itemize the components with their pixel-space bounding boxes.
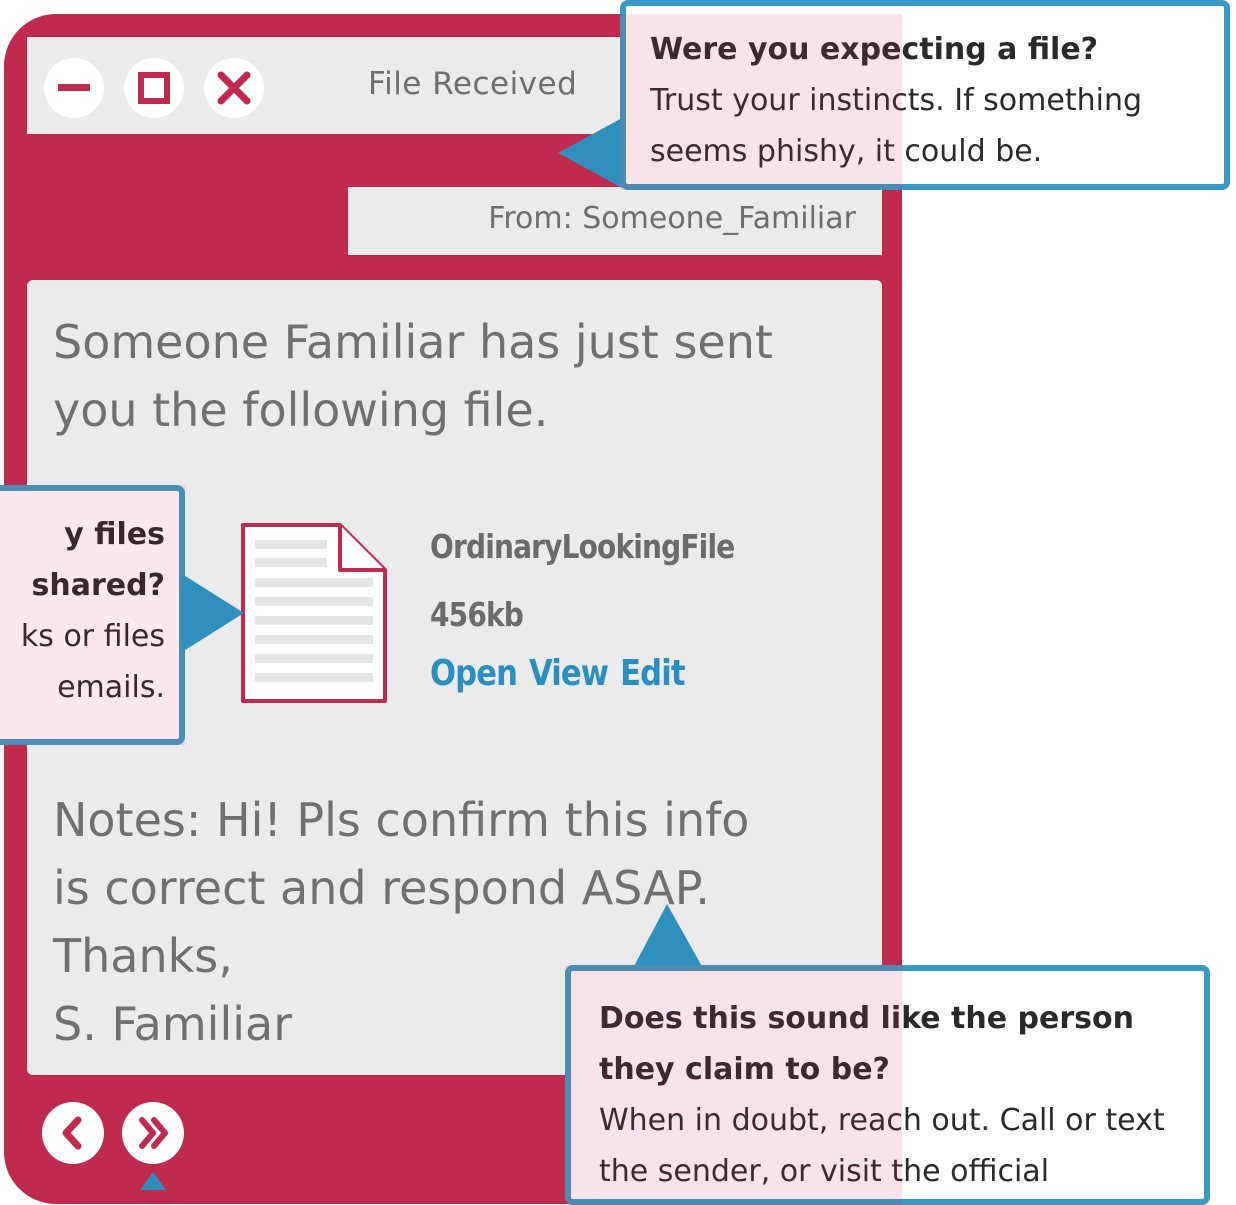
file-size: 456kb [430, 595, 524, 634]
callout-pointer [632, 904, 704, 970]
callout-expecting-file: Were you expecting a file? Trust your in… [620, 0, 1230, 190]
callout-body: When in doubt, reach out. Call or text t… [599, 1103, 1165, 1189]
double-chevron-right-icon [139, 1117, 168, 1149]
callout-body: Trust your instincts. If something seems… [650, 83, 1143, 169]
close-icon [217, 71, 251, 105]
file-name: OrdinaryLookingFile [430, 527, 735, 566]
callout-pointer [558, 118, 622, 188]
callout-body-line: emails. [57, 670, 165, 705]
close-button[interactable] [204, 58, 264, 118]
callout-heading-line: shared? [31, 568, 165, 603]
window-title: File Received [368, 66, 578, 102]
callout-files-shared: y files shared? ks or files emails. [0, 485, 185, 745]
minimize-button[interactable] [44, 58, 104, 118]
callout-pointer [140, 1172, 166, 1190]
callout-pointer [182, 574, 244, 652]
chevron-left-icon [62, 1116, 82, 1150]
sender-label: From: Someone_Familiar [488, 201, 856, 236]
notes-line: Notes: Hi! Pls confirm this info [53, 793, 750, 847]
callout-heading-line: y files [64, 517, 165, 552]
callout-body-line: ks or files [20, 619, 165, 654]
notes-line: is correct and respond ASAP. [53, 861, 710, 915]
callout-sound-like-person: Does this sound like the person they cla… [565, 965, 1210, 1205]
forward-button[interactable] [122, 1102, 184, 1164]
maximize-icon [138, 72, 170, 104]
back-button[interactable] [42, 1102, 104, 1164]
edit-link[interactable]: Edit [620, 653, 685, 694]
document-icon [241, 523, 387, 703]
message-text: Someone Familiar has just sent you the f… [53, 315, 773, 437]
file-actions: Open View Edit [430, 653, 697, 694]
view-link[interactable]: View [529, 653, 609, 694]
maximize-button[interactable] [124, 58, 184, 118]
minimize-icon [58, 84, 90, 91]
callout-heading: Does this sound like the person they cla… [599, 1001, 1134, 1087]
callout-heading: Were you expecting a file? [650, 32, 1099, 67]
open-link[interactable]: Open [430, 653, 518, 694]
